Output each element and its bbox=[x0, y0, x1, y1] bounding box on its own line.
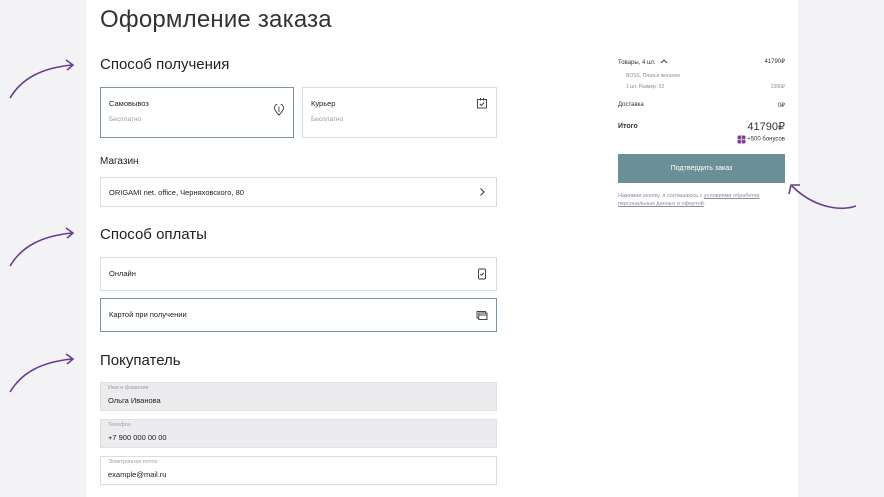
summary-items-row[interactable]: Товары, 4 шт. 41790₽ bbox=[618, 58, 785, 66]
summary-item-name: BOSS, Платье женское bbox=[626, 73, 681, 79]
pointer-arrow-icon bbox=[9, 59, 75, 99]
consent-note: Нажимая кнопку, я соглашаюсь с условиями… bbox=[618, 192, 785, 208]
consent-note-suffix: . bbox=[703, 201, 706, 207]
summary-item-price: 2390₽ bbox=[770, 84, 785, 90]
chevron-right-icon bbox=[480, 188, 485, 196]
payment-option-online[interactable]: Онлайн bbox=[100, 257, 497, 291]
field-value: Ольга Иванова bbox=[108, 396, 161, 405]
payment-heading: Способ оплаты bbox=[100, 226, 207, 243]
field-label: Имя и фамилия bbox=[108, 385, 149, 391]
store-value: ORIGAMI net. office, Черняховского, 80 bbox=[109, 188, 244, 197]
summary-total-value: 41790₽ bbox=[747, 121, 785, 133]
bonus-row: +500 бонусов bbox=[618, 135, 785, 144]
summary-delivery-value: 0₽ bbox=[777, 103, 785, 109]
store-heading: Магазин bbox=[100, 156, 139, 167]
payment-option-card[interactable]: Картой при получении bbox=[100, 298, 497, 332]
option-title: Курьер bbox=[311, 99, 336, 108]
option-title: Самовывоз bbox=[109, 99, 149, 108]
summary-items-label: Товары, 4 шт. bbox=[618, 60, 656, 66]
pointer-arrow-icon bbox=[9, 353, 75, 393]
bonus-text: +500 бонусов bbox=[747, 136, 785, 143]
chevron-up-icon[interactable] bbox=[660, 58, 668, 64]
delivery-option-pickup[interactable]: Самовывоз Бесплатно bbox=[100, 87, 294, 138]
phone-check-icon bbox=[478, 268, 486, 280]
field-label: Телефон bbox=[108, 422, 131, 428]
field-value: +7 900 000 00 00 bbox=[108, 433, 167, 442]
summary-delivery-label: Доставка bbox=[618, 102, 644, 108]
delivery-option-courier[interactable]: Курьер Бесплатно bbox=[302, 87, 497, 138]
pointer-arrow-icon bbox=[9, 227, 75, 267]
name-field[interactable]: Имя и фамилия Ольга Иванова bbox=[100, 382, 497, 411]
summary-delivery-row: Доставка 0₽ bbox=[618, 102, 785, 109]
summary-item-detail-row: 1 шт. Размер: 32 2390₽ bbox=[626, 84, 785, 90]
email-field[interactable]: Электронная почта example@mail.ru bbox=[100, 456, 497, 485]
option-price: Бесплатно bbox=[109, 116, 142, 123]
pointer-arrow-icon bbox=[788, 184, 857, 209]
summary-total-label: Итого bbox=[618, 123, 638, 130]
bonus-gift-icon bbox=[737, 135, 746, 144]
summary-item-detail: 1 шт. Размер: 32 bbox=[626, 84, 665, 90]
card-icon bbox=[476, 311, 488, 320]
field-label: Электронная почта bbox=[108, 459, 158, 465]
package-icon bbox=[477, 98, 487, 109]
delivery-heading: Способ получения bbox=[100, 56, 230, 73]
option-title: Онлайн bbox=[109, 269, 136, 278]
field-value: example@mail.ru bbox=[108, 470, 167, 479]
option-price: Бесплатно bbox=[311, 116, 344, 123]
map-pin-icon bbox=[274, 104, 284, 116]
store-select[interactable]: ORIGAMI net. office, Черняховского, 80 bbox=[100, 177, 497, 207]
option-title: Картой при получении bbox=[109, 310, 187, 319]
summary-items-total: 41790₽ bbox=[764, 59, 785, 65]
page-title: Оформление заказа bbox=[100, 6, 332, 33]
phone-field[interactable]: Телефон +7 900 000 00 00 bbox=[100, 419, 497, 448]
buyer-heading: Покупатель bbox=[100, 352, 181, 369]
confirm-order-button[interactable]: Подтвердить заказ bbox=[618, 154, 785, 183]
consent-note-text: Нажимая кнопку, я соглашаюсь с bbox=[618, 193, 704, 199]
